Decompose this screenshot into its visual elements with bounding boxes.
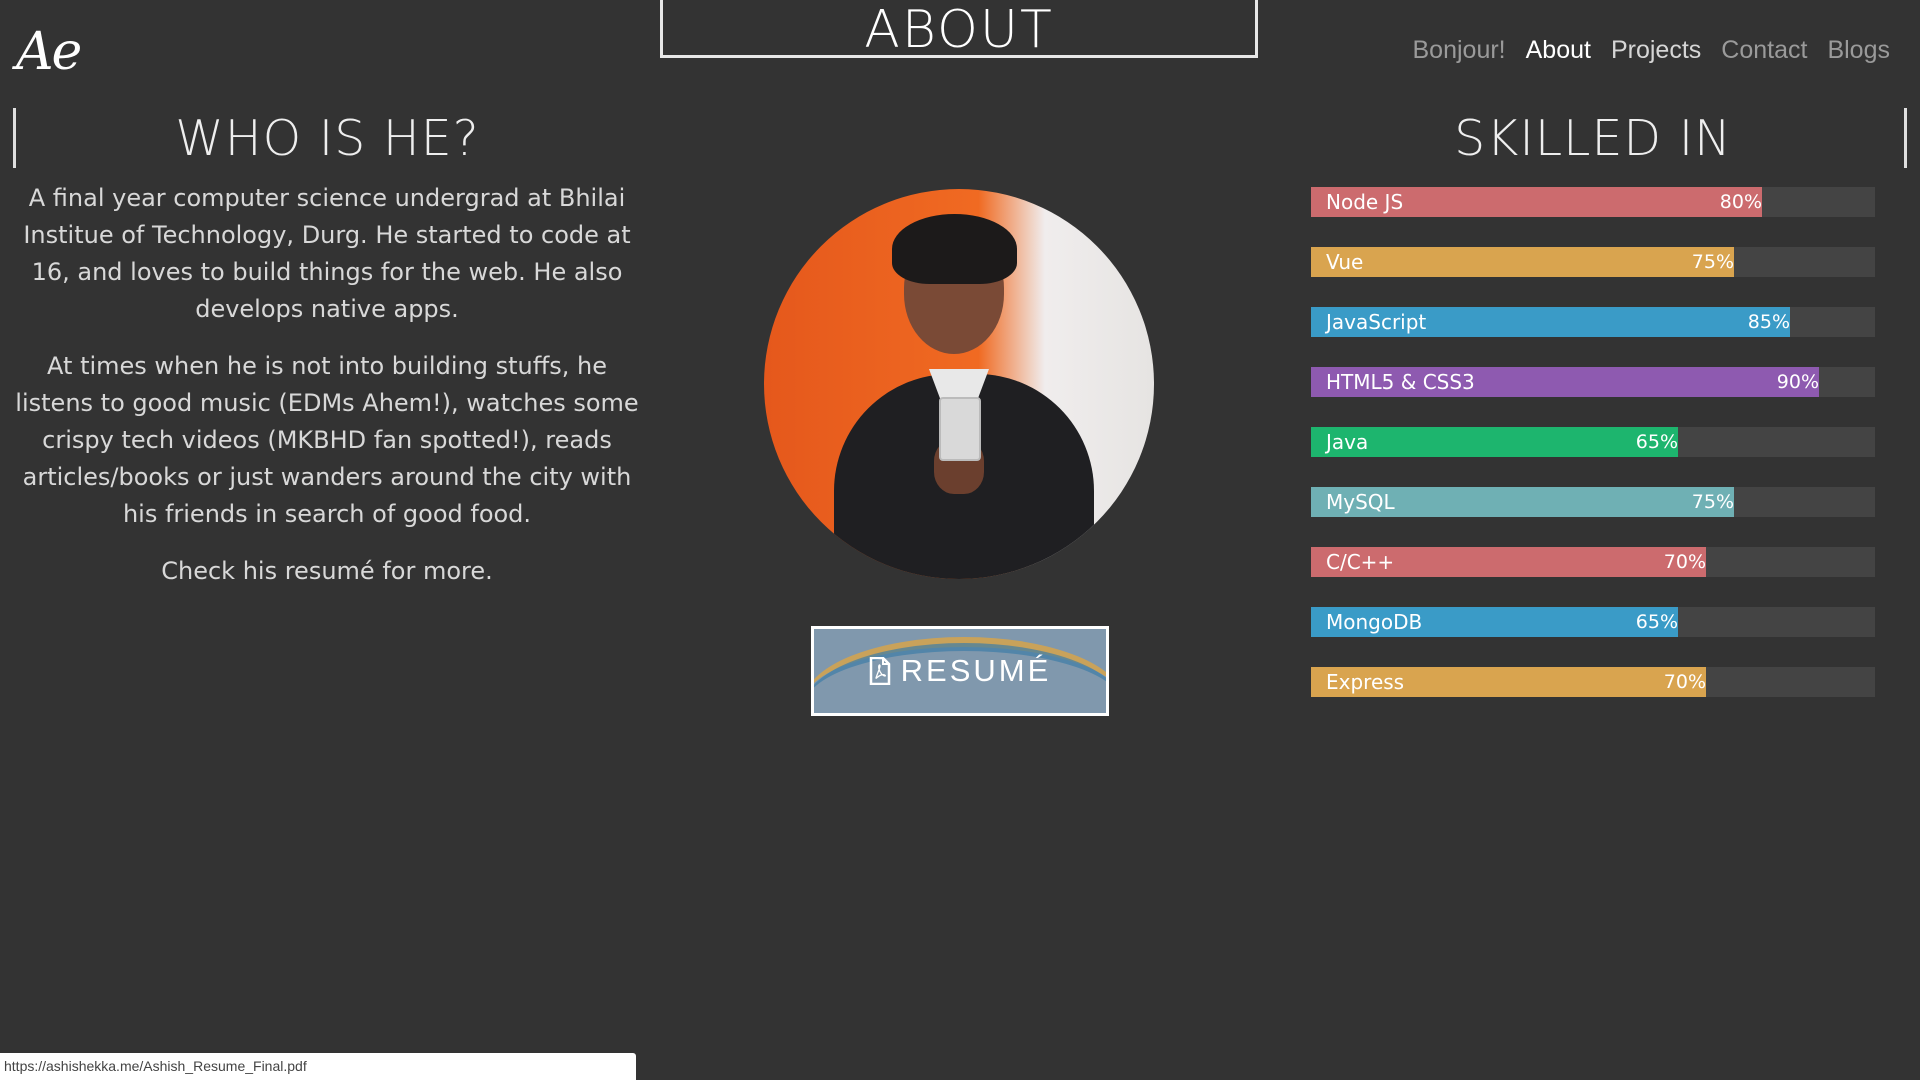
who-paragraph: A final year computer science undergrad …	[23, 184, 631, 323]
skill-bar: Node JS 80%	[1311, 187, 1875, 217]
nav-projects[interactable]: Projects	[1611, 36, 1701, 65]
skill-bar: MySQL 75%	[1311, 487, 1875, 517]
nav-bonjour[interactable]: Bonjour!	[1413, 36, 1506, 65]
skill-name: Vue	[1326, 250, 1364, 274]
browser-status-bar: https://ashishekka.me/Ashish_Resume_Fina…	[0, 1053, 636, 1080]
main-nav: Bonjour! About Projects Contact Blogs	[1413, 36, 1891, 65]
resume-label: RESUMÉ	[900, 653, 1052, 688]
skill-percent: 75%	[1691, 251, 1734, 273]
skill-percent: 65%	[1635, 611, 1678, 633]
skill-percent: 80%	[1719, 191, 1762, 213]
skill-name: C/C++	[1326, 550, 1395, 574]
skills-heading: SKILLED IN	[1454, 110, 1732, 167]
who-description: A final year computer science undergrad …	[12, 180, 642, 610]
skill-percent: 65%	[1635, 431, 1678, 453]
skill-percent: 70%	[1663, 551, 1706, 573]
right-accent-line	[1904, 108, 1907, 168]
skill-bar: Vue 75%	[1311, 247, 1875, 277]
skills-list: Node JS 80% Vue 75% JavaScript 85% HTML5 & CSS…	[1311, 187, 1875, 727]
skill-name: JavaScript	[1326, 310, 1427, 334]
skill-percent: 75%	[1691, 491, 1734, 513]
skill-name: MySQL	[1326, 490, 1395, 514]
skill-bar: C/C++ 70%	[1311, 547, 1875, 577]
site-logo[interactable]: Ae	[16, 22, 82, 82]
skill-percent: 70%	[1663, 671, 1706, 693]
skill-bar: HTML5 & CSS3 90%	[1311, 367, 1875, 397]
resume-button[interactable]: RESUMÉ	[811, 626, 1109, 716]
skill-name: Express	[1326, 670, 1405, 694]
skill-percent: 85%	[1747, 311, 1790, 333]
skill-bar: Java 65%	[1311, 427, 1875, 457]
file-pdf-icon	[869, 657, 890, 685]
skill-name: HTML5 & CSS3	[1326, 370, 1475, 394]
who-heading: WHO IS HE?	[175, 110, 480, 167]
skill-bar: Express 70%	[1311, 667, 1875, 697]
page-title-box: ABOUT	[660, 0, 1258, 60]
page-title: ABOUT	[864, 0, 1054, 60]
skill-bar: JavaScript 85%	[1311, 307, 1875, 337]
skill-bar: MongoDB 65%	[1311, 607, 1875, 637]
profile-photo	[764, 189, 1154, 579]
skill-name: Java	[1326, 430, 1369, 454]
nav-blogs[interactable]: Blogs	[1827, 36, 1890, 65]
nav-contact[interactable]: Contact	[1721, 36, 1807, 65]
who-paragraph: At times when he is not into building st…	[15, 352, 639, 528]
skill-name: MongoDB	[1326, 610, 1423, 634]
who-paragraph: Check his resumé for more.	[161, 557, 493, 585]
skill-percent: 90%	[1776, 371, 1819, 393]
skill-name: Node JS	[1326, 190, 1404, 214]
skill-bar-fill	[1311, 247, 1734, 277]
nav-about[interactable]: About	[1526, 36, 1591, 65]
